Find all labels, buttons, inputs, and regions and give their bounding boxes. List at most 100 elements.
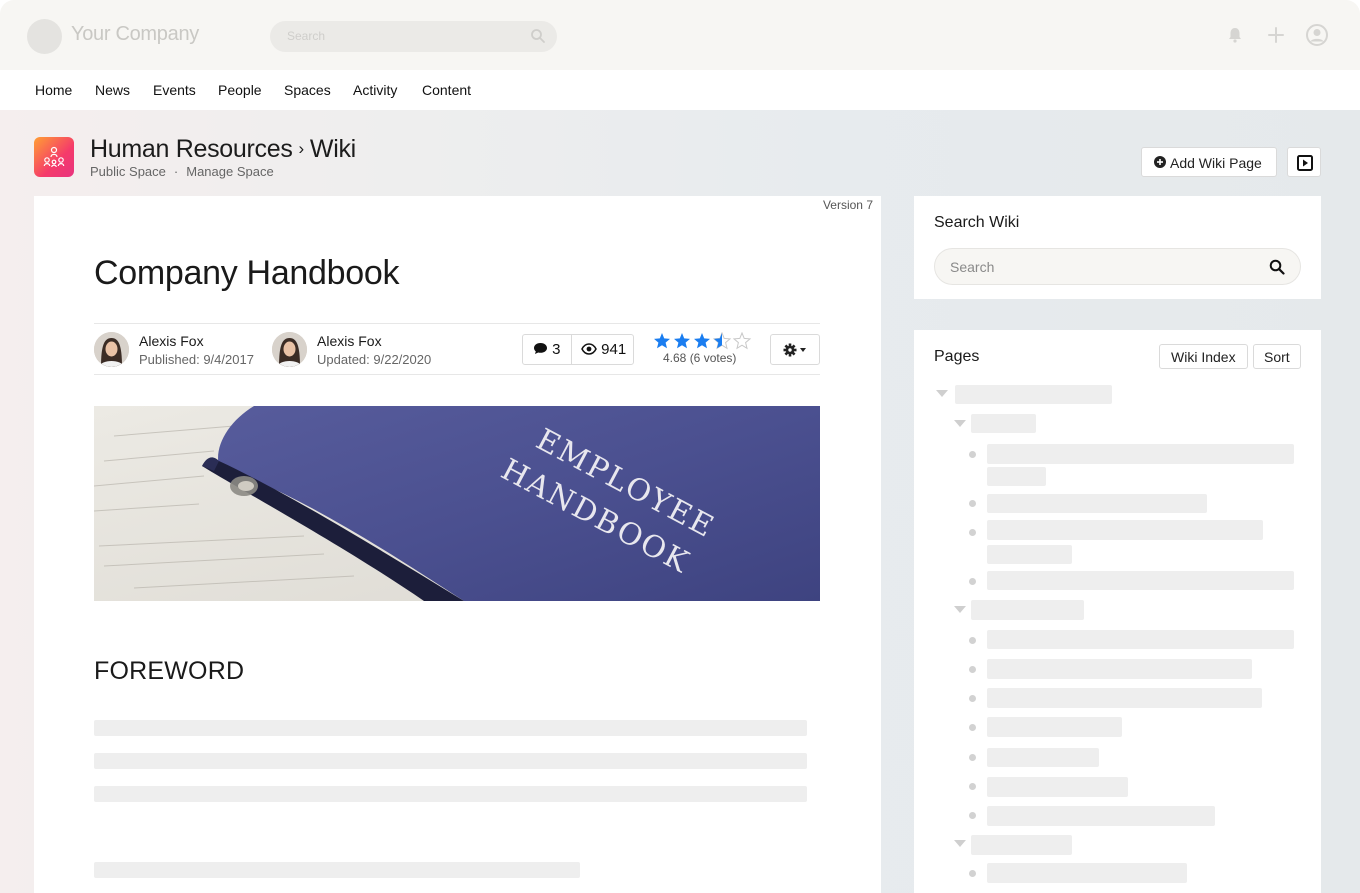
nav-spaces[interactable]: Spaces [284,82,331,98]
tree-bullet [969,666,976,673]
comments-count-button[interactable]: 3 [533,341,561,358]
page-tree-item[interactable] [987,777,1128,797]
search-icon[interactable] [530,28,546,44]
rating-stars [654,332,751,349]
top-bar: Your Company Search [0,0,1360,70]
wiki-index-label: Wiki Index [1171,349,1236,365]
page-tree-item[interactable] [987,630,1294,649]
company-name[interactable]: Your Company [71,23,199,46]
star-outline-icon[interactable] [733,332,751,349]
nav-events[interactable]: Events [153,82,196,98]
space-subtitle: Public Space · Manage Space [90,164,274,179]
search-wiki-title: Search Wiki [934,214,1020,231]
text-placeholder-line [94,786,807,802]
published-date: Published: 9/4/2017 [139,352,254,367]
sort-button[interactable]: Sort [1253,344,1301,369]
tree-bullet [969,783,976,790]
star-icon[interactable] [654,333,670,349]
updated-author-name[interactable]: Alexis Fox [317,333,382,349]
collapse-toggle[interactable] [954,606,966,613]
avatar-photo [94,332,129,367]
space-visibility: Public Space [90,164,166,179]
page-title: Company Handbook [94,254,400,292]
space-breadcrumb: Human Resources › Wiki [90,135,356,164]
add-wiki-page-button[interactable]: Add Wiki Page [1141,147,1277,177]
collapse-toggle[interactable] [954,840,966,847]
breadcrumb-separator: › [298,139,305,158]
page-tree-item[interactable] [987,571,1294,590]
tree-bullet [969,870,976,877]
tree-bullet [969,812,976,819]
nav-activity[interactable]: Activity [353,82,397,98]
page-tree-item[interactable] [987,688,1262,708]
comments-count: 3 [552,341,561,358]
views-count[interactable]: 941 [581,341,626,358]
page-tree-item[interactable] [987,467,1046,486]
page-tree-item[interactable] [987,444,1294,464]
page-tree-item[interactable] [987,863,1187,883]
star-icon[interactable] [674,333,690,349]
published-author-name[interactable]: Alexis Fox [139,333,204,349]
page-tree-item[interactable] [971,414,1036,433]
comment-icon [534,343,547,354]
rating-summary: 4.68 (6 votes) [663,351,737,365]
page-tree-item[interactable] [987,659,1252,679]
wiki-search-input[interactable]: Search [934,248,1301,285]
global-search-placeholder: Search [287,29,326,43]
company-logo[interactable] [27,19,62,54]
bell-icon[interactable] [1225,25,1245,45]
article-settings-button[interactable] [770,334,820,365]
play-square-icon [1297,155,1313,171]
collapse-toggle[interactable] [954,420,966,427]
page-tree-item[interactable] [955,385,1112,404]
version-label[interactable]: Version 7 [823,198,873,212]
plus-icon[interactable] [1266,25,1286,45]
gear-icon [783,343,806,357]
tree-bullet [969,695,976,702]
tree-bullet [969,754,976,761]
search-icon[interactable] [1269,259,1285,275]
search-wiki-card: Search Wiki Search [914,196,1321,299]
avatar[interactable] [272,332,307,367]
tree-bullet [969,578,976,585]
page-tree-item[interactable] [987,520,1263,540]
add-wiki-page-label: Add Wiki Page [1170,155,1262,171]
user-profile-icon[interactable] [1306,24,1328,46]
views-count-value: 941 [601,341,627,358]
page-tree-item[interactable] [987,748,1099,767]
text-placeholder-line [94,862,580,878]
caret-down-icon [800,348,806,352]
page-tree-item[interactable] [971,835,1072,855]
nav-content[interactable]: Content [422,82,471,98]
half-star-icon[interactable] [713,332,731,349]
page-tree-item[interactable] [987,545,1072,564]
star-icon[interactable] [694,333,710,349]
nav-home[interactable]: Home [35,82,72,98]
page-tree-item[interactable] [971,600,1084,620]
wiki-search-placeholder: Search [950,259,995,275]
nav-people[interactable]: People [218,82,262,98]
space-name-link[interactable]: Human Resources [90,135,293,163]
page-tree-item[interactable] [987,494,1207,513]
article-stats: 3 941 [522,334,634,365]
tree-bullet [969,637,976,644]
page-tree-item[interactable] [987,717,1122,737]
wiki-index-button[interactable]: Wiki Index [1159,344,1248,369]
avatar[interactable] [94,332,129,367]
manage-space-link[interactable]: Manage Space [186,164,273,179]
hero-image: EMPLOYEE HANDBOOK [94,406,820,601]
eye-icon [581,343,597,355]
nav-news[interactable]: News [95,82,130,98]
tree-bullet [969,529,976,536]
global-search-input[interactable]: Search [270,21,557,52]
avatar-photo [272,332,307,367]
tree-bullet [969,724,976,731]
page-tree-item[interactable] [987,806,1215,826]
presentation-mode-button[interactable] [1287,147,1321,177]
pages-title: Pages [934,348,980,365]
collapse-toggle[interactable] [936,390,948,397]
wiki-article-card: Version 7 Company Handbook Alexis Fox Pu… [34,196,881,893]
updated-date: Updated: 9/22/2020 [317,352,432,367]
space-logo[interactable] [34,137,74,177]
wiki-breadcrumb-link[interactable]: Wiki [310,135,356,163]
